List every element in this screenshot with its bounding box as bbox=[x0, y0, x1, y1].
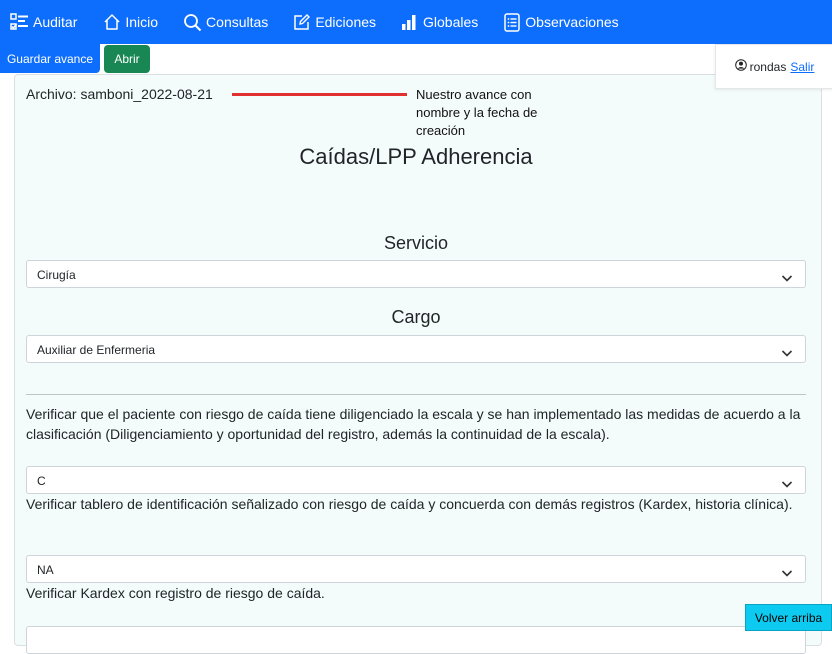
back-to-top-button[interactable]: Volver arriba bbox=[745, 604, 832, 631]
annotation-note: Nuestro avance con nombre y la fecha de … bbox=[416, 87, 538, 138]
nav-inicio[interactable]: Inicio bbox=[103, 0, 158, 44]
chevron-down-icon bbox=[781, 345, 793, 363]
role-label: Cargo bbox=[391, 307, 441, 327]
nav-observaciones-label: Observaciones bbox=[525, 14, 619, 30]
question-2-text: Verificar tablero de identificación seña… bbox=[26, 496, 793, 512]
question-1-select[interactable]: C bbox=[26, 466, 806, 494]
list-document-icon bbox=[503, 12, 521, 32]
file-name: Archivo: samboni_2022-08-21 bbox=[26, 86, 213, 102]
open-button[interactable]: Abrir bbox=[104, 45, 150, 73]
save-progress-button[interactable]: Guardar avance bbox=[0, 44, 100, 73]
chevron-down-icon bbox=[781, 565, 793, 583]
nav-auditar-label: Auditar bbox=[33, 14, 78, 30]
nav-auditar[interactable]: Auditar bbox=[10, 0, 77, 44]
search-icon bbox=[183, 13, 202, 32]
username: rondas bbox=[749, 59, 787, 74]
question-2-select[interactable]: NA bbox=[26, 555, 806, 583]
role-select-value: Auxiliar de Enfermeria bbox=[37, 343, 156, 357]
nav-globales[interactable]: Globales bbox=[401, 0, 478, 44]
user-panel: rondas Salir bbox=[715, 44, 832, 89]
logout-link[interactable]: Salir bbox=[790, 60, 814, 74]
nav-ediciones-label: Ediciones bbox=[315, 14, 377, 30]
nav-ediciones[interactable]: Ediciones bbox=[293, 0, 376, 44]
service-select-value: Cirugía bbox=[37, 268, 76, 282]
nav-inicio-label: Inicio bbox=[125, 14, 159, 30]
annotation-arrow-line bbox=[232, 93, 407, 96]
question-1-text: Verificar que el paciente con riesgo de … bbox=[26, 406, 801, 442]
nav-globales-label: Globales bbox=[423, 14, 479, 30]
question-2-value: NA bbox=[37, 563, 54, 577]
nav-consultas[interactable]: Consultas bbox=[183, 0, 268, 44]
service-select[interactable]: Cirugía bbox=[26, 260, 806, 288]
role-select[interactable]: Auxiliar de Enfermeria bbox=[26, 335, 806, 363]
question-1-value: C bbox=[37, 474, 46, 488]
edit-icon bbox=[293, 13, 311, 31]
service-label: Servicio bbox=[383, 233, 449, 253]
nav-observaciones[interactable]: Observaciones bbox=[503, 0, 619, 44]
house-icon bbox=[103, 13, 121, 31]
chevron-down-icon bbox=[781, 270, 793, 288]
bar-chart-icon bbox=[401, 13, 419, 31]
checklist-icon bbox=[10, 13, 29, 31]
user-circle-icon bbox=[734, 59, 747, 74]
question-3-text: Verificar Kardex con registro de riesgo … bbox=[26, 585, 325, 601]
chevron-down-icon bbox=[781, 476, 793, 494]
form-title: Caídas/LPP Adherencia bbox=[299, 144, 533, 169]
top-navbar: Auditar Inicio Consultas Ediciones Globa… bbox=[0, 0, 832, 44]
nav-consultas-label: Consultas bbox=[206, 14, 269, 30]
section-divider bbox=[26, 394, 806, 395]
question-3-select[interactable] bbox=[26, 626, 806, 654]
